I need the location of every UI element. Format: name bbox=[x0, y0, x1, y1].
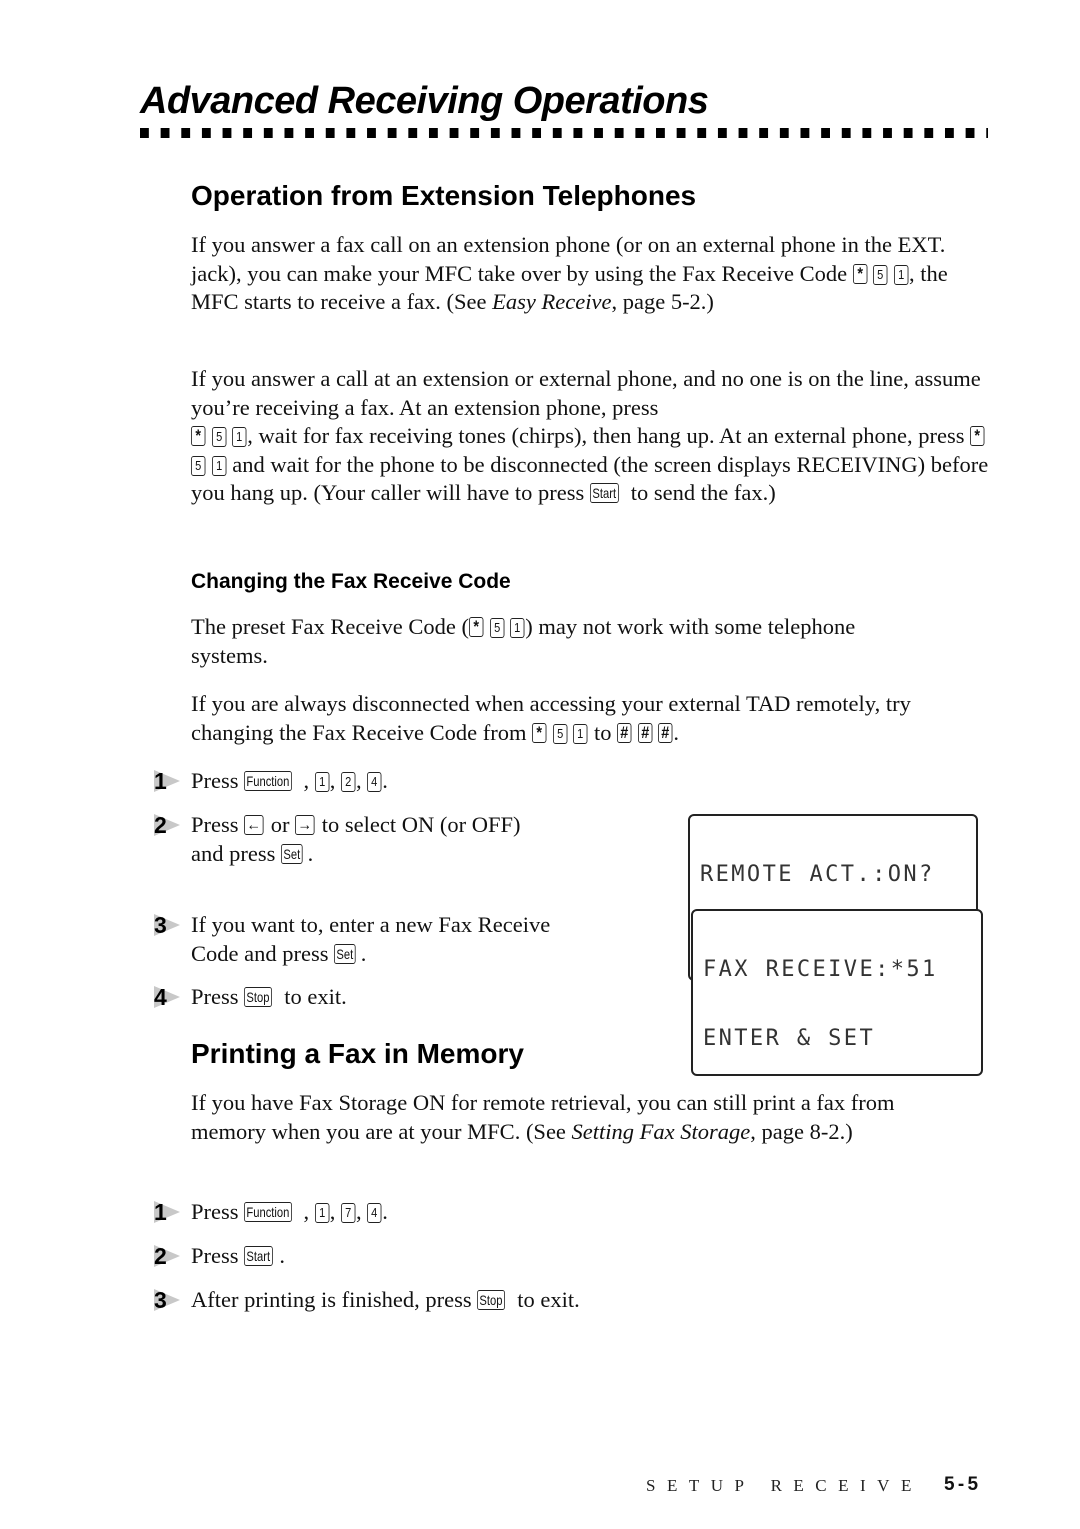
digit-5-key-icon: 5 bbox=[211, 427, 227, 447]
step-2-change-code: 2 Press ← or → to select ON (or OFF) and… bbox=[150, 811, 650, 871]
paragraph-print-memory: If you have Fax Storage ON for remote re… bbox=[191, 1090, 895, 1144]
function-key-icon: Function bbox=[244, 1202, 292, 1222]
step-number-marker: 3 bbox=[150, 911, 190, 939]
step-number-marker: 2 bbox=[150, 811, 190, 839]
page-title: Advanced Receiving Operations bbox=[140, 80, 709, 122]
digit-1-key-icon: 1 bbox=[211, 455, 227, 476]
hash-key-icon: # bbox=[658, 722, 673, 743]
step-1-change-code: 1 Press Function , 1, 2, 4. bbox=[150, 767, 650, 797]
lcd-line-1: REMOTE ACT.:ON? bbox=[700, 862, 935, 887]
heading-extension-telephones: Operation from Extension Telephones bbox=[191, 180, 697, 211]
footer-page-number: 5 - 5 bbox=[944, 1474, 979, 1495]
stop-key-icon: Stop bbox=[244, 987, 272, 1007]
step-number-marker: 2 bbox=[150, 1242, 190, 1270]
function-key-icon: Function bbox=[244, 771, 292, 791]
digit-4-key-icon: 4 bbox=[367, 1203, 382, 1223]
step-1-print-memory: 1 Press Function , 1, 7, 4. bbox=[150, 1198, 650, 1228]
paragraph-change-code-1: The preset Fax Receive Code (* 5 1) may … bbox=[191, 614, 856, 668]
step-3-print-memory: 3 After printing is finished, press Stop… bbox=[150, 1286, 750, 1316]
step-number-marker: 1 bbox=[150, 767, 190, 795]
step-number-marker: 4 bbox=[150, 983, 190, 1011]
digit-1-key-icon: 1 bbox=[232, 427, 247, 447]
digit-1-key-icon: 1 bbox=[314, 772, 330, 792]
lcd-display-fax-receive: FAX RECEIVE:*51 ENTER & SET bbox=[691, 909, 983, 1076]
footer-section-name: SETUP RECEIVE bbox=[646, 1476, 923, 1495]
reference-setting-fax-storage: Setting Fax Storage bbox=[571, 1118, 751, 1144]
set-key-icon: Set bbox=[280, 843, 303, 864]
step-2-print-memory: 2 Press Start . bbox=[150, 1242, 650, 1272]
paragraph-extension-2: If you answer a call at an extension or … bbox=[191, 366, 989, 505]
reference-easy-receive: Easy Receive bbox=[492, 289, 612, 314]
start-key-icon: Start bbox=[589, 483, 619, 503]
right-arrow-key-icon: → bbox=[295, 815, 315, 835]
digit-7-key-icon: 7 bbox=[340, 1203, 356, 1223]
star-key-icon: * bbox=[532, 722, 547, 743]
star-key-icon: * bbox=[469, 617, 484, 637]
left-arrow-key-icon: ← bbox=[244, 815, 264, 835]
heading-printing-fax-in-memory: Printing a Fax in Memory bbox=[191, 1038, 524, 1069]
paragraph-extension-1: If you answer a fax call on an extension… bbox=[191, 232, 948, 314]
start-key-icon: Start bbox=[244, 1246, 273, 1266]
step-3-change-code: 3 If you want to, enter a new Fax Receiv… bbox=[150, 911, 650, 971]
digit-1-key-icon: 1 bbox=[314, 1203, 330, 1223]
lcd-line-1: FAX RECEIVE:*51 bbox=[703, 957, 938, 982]
paragraph-change-code-2: If you are always disconnected when acce… bbox=[191, 691, 911, 745]
lcd-line-2: ENTER & SET bbox=[703, 1026, 876, 1051]
set-key-icon: Set bbox=[334, 943, 356, 964]
title-dotted-rule bbox=[140, 128, 988, 138]
step-number-marker: 1 bbox=[150, 1198, 190, 1226]
star-key-icon: * bbox=[970, 426, 985, 446]
digit-4-key-icon: 4 bbox=[367, 772, 382, 792]
digit-1-key-icon: 1 bbox=[893, 264, 909, 285]
digit-5-key-icon: 5 bbox=[489, 618, 505, 638]
hash-key-icon: # bbox=[637, 722, 653, 743]
step-number-marker: 3 bbox=[150, 1286, 190, 1314]
heading-changing-fax-receive-code: Changing the Fax Receive Code bbox=[191, 570, 511, 593]
digit-2-key-icon: 2 bbox=[340, 772, 356, 792]
digit-5-key-icon: 5 bbox=[191, 455, 206, 476]
star-key-icon: * bbox=[852, 263, 868, 284]
star-key-icon: * bbox=[191, 426, 206, 446]
digit-5-key-icon: 5 bbox=[873, 264, 888, 285]
hash-key-icon: # bbox=[617, 722, 632, 743]
stop-key-icon: Stop bbox=[477, 1290, 506, 1310]
digit-1-key-icon: 1 bbox=[573, 723, 588, 744]
digit-1-key-icon: 1 bbox=[510, 618, 525, 638]
step-4-change-code: 4 Press Stop to exit. bbox=[150, 983, 650, 1013]
digit-5-key-icon: 5 bbox=[552, 723, 568, 744]
